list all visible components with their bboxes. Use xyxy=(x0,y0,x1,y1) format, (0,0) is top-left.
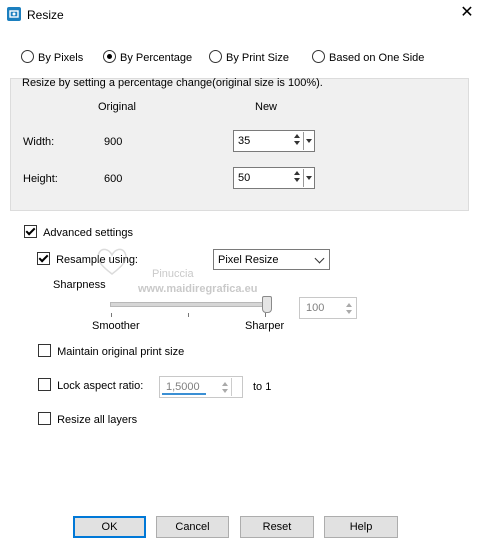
height-value[interactable]: 50 xyxy=(238,172,250,184)
radio-by-print-size[interactable]: By Print Size xyxy=(209,50,289,66)
checkbox[interactable] xyxy=(38,378,51,391)
group-caption: Resize by setting a percentage change(or… xyxy=(22,77,323,89)
sharpness-slider-track[interactable] xyxy=(110,302,272,307)
checkbox-label: Maintain original print size xyxy=(57,346,185,358)
up-arrow-icon xyxy=(346,303,352,307)
checkbox[interactable] xyxy=(38,344,51,357)
checkbox-label: Lock aspect ratio: xyxy=(57,380,144,392)
slider-tick xyxy=(111,313,112,317)
height-original: 600 xyxy=(104,173,123,185)
height-label: Height: xyxy=(23,173,58,185)
ratio-suffix: to 1 xyxy=(253,381,272,393)
sharpness-spinbox: 100 xyxy=(299,297,357,319)
radio-button[interactable] xyxy=(209,50,222,63)
down-arrow-icon xyxy=(222,389,228,393)
radio-label: By Print Size xyxy=(226,52,289,64)
radio-label: By Pixels xyxy=(38,52,84,64)
watermark-name: Pinuccia xyxy=(152,268,194,280)
advanced-settings-checkbox[interactable]: Advanced settings xyxy=(24,225,133,239)
height-stepper[interactable] xyxy=(292,170,302,186)
smoother-label: Smoother xyxy=(92,320,140,332)
title-bar: Resize ✕ xyxy=(0,0,478,30)
radio-button[interactable] xyxy=(103,50,116,63)
close-icon[interactable]: ✕ xyxy=(458,4,476,22)
watermark-url: www.maidiregrafica.eu xyxy=(138,283,258,295)
width-original: 900 xyxy=(104,136,123,148)
sharpness-slider-thumb[interactable] xyxy=(262,296,272,313)
slider-tick xyxy=(188,313,189,317)
heart-icon xyxy=(97,248,127,275)
reset-button[interactable]: Reset xyxy=(240,516,314,538)
width-stepper[interactable] xyxy=(292,133,302,149)
checkbox[interactable] xyxy=(38,412,51,425)
width-label: Width: xyxy=(23,136,55,148)
cancel-button[interactable]: Cancel xyxy=(156,516,229,538)
checkbox[interactable] xyxy=(24,225,37,238)
chevron-down-icon xyxy=(314,253,325,264)
radio-button[interactable] xyxy=(312,50,325,63)
checkbox-label: Advanced settings xyxy=(43,227,133,239)
checkbox-label: Resize all layers xyxy=(57,414,138,426)
checkbox[interactable] xyxy=(37,252,50,265)
width-spinbox[interactable]: 35 xyxy=(233,130,315,152)
aspect-ratio-spinbox: 1,5000 xyxy=(159,376,243,398)
maintain-print-size-checkbox[interactable]: Maintain original print size xyxy=(38,344,184,358)
radio-button[interactable] xyxy=(21,50,34,63)
down-arrow-icon xyxy=(346,310,352,314)
sharper-label: Sharper xyxy=(245,320,285,332)
height-dropdown-icon[interactable] xyxy=(303,169,313,187)
window-title: Resize xyxy=(27,8,64,22)
aspect-ratio-value: 1,5000 xyxy=(166,381,200,393)
column-original: Original xyxy=(98,101,136,113)
resize-app-icon xyxy=(7,7,21,21)
radio-label: By Percentage xyxy=(120,52,193,64)
sharpness-label: Sharpness xyxy=(53,279,106,291)
radio-based-on-one-side[interactable]: Based on One Side xyxy=(312,50,424,66)
ok-button[interactable]: OK xyxy=(73,516,146,538)
slider-tick xyxy=(265,313,266,317)
column-new: New xyxy=(255,101,278,113)
ratio-progress-bar xyxy=(162,393,206,395)
height-spinbox[interactable]: 50 xyxy=(233,167,315,189)
radio-by-pixels[interactable]: By Pixels xyxy=(21,50,83,66)
lock-aspect-ratio-checkbox[interactable]: Lock aspect ratio: xyxy=(38,378,143,392)
sharpness-value: 100 xyxy=(306,302,325,314)
width-value[interactable]: 35 xyxy=(238,135,250,147)
resize-all-layers-checkbox[interactable]: Resize all layers xyxy=(38,412,137,426)
radio-by-percentage[interactable]: By Percentage xyxy=(103,50,192,66)
radio-label: Based on One Side xyxy=(329,52,425,64)
up-arrow-icon xyxy=(222,382,228,386)
help-button[interactable]: Help xyxy=(324,516,398,538)
width-dropdown-icon[interactable] xyxy=(303,132,313,150)
ratio-dropdown-icon xyxy=(231,378,241,396)
